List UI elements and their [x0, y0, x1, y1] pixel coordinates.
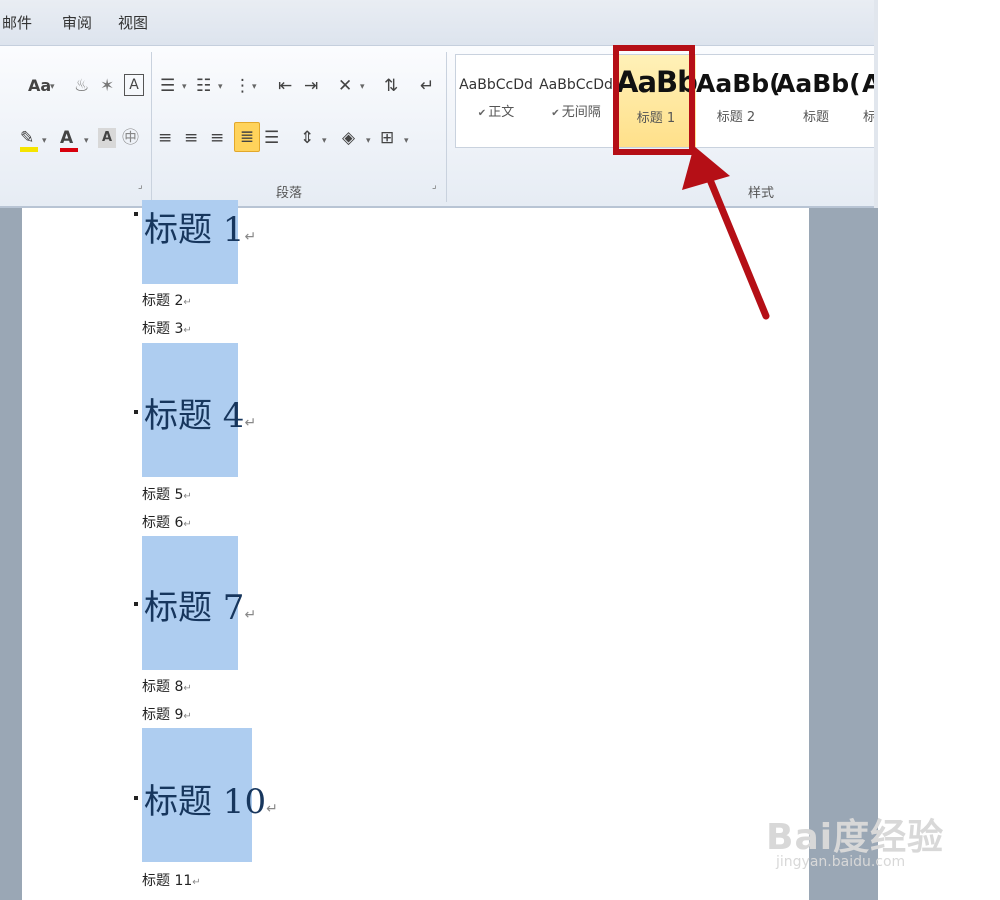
- baidu-watermark: Bai度经验 jingyan.baidu.com: [760, 790, 960, 880]
- annotation-arrow-icon: [682, 146, 770, 320]
- watermark-url: jingyan.baidu.com: [776, 854, 906, 870]
- watermark-logo: Bai度经验: [766, 817, 945, 858]
